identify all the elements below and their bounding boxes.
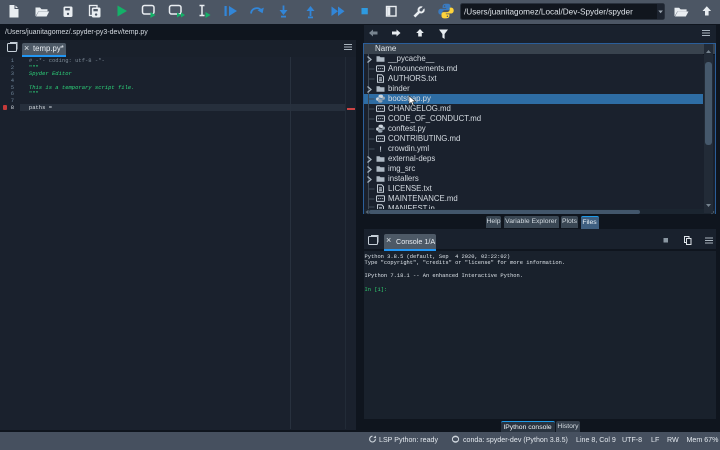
svg-text:!: ! xyxy=(379,144,381,153)
svg-text:/Users/juanitagomez/Local/Dev-: /Users/juanitagomez/Local/Dev-Spyder/spy… xyxy=(464,8,633,17)
